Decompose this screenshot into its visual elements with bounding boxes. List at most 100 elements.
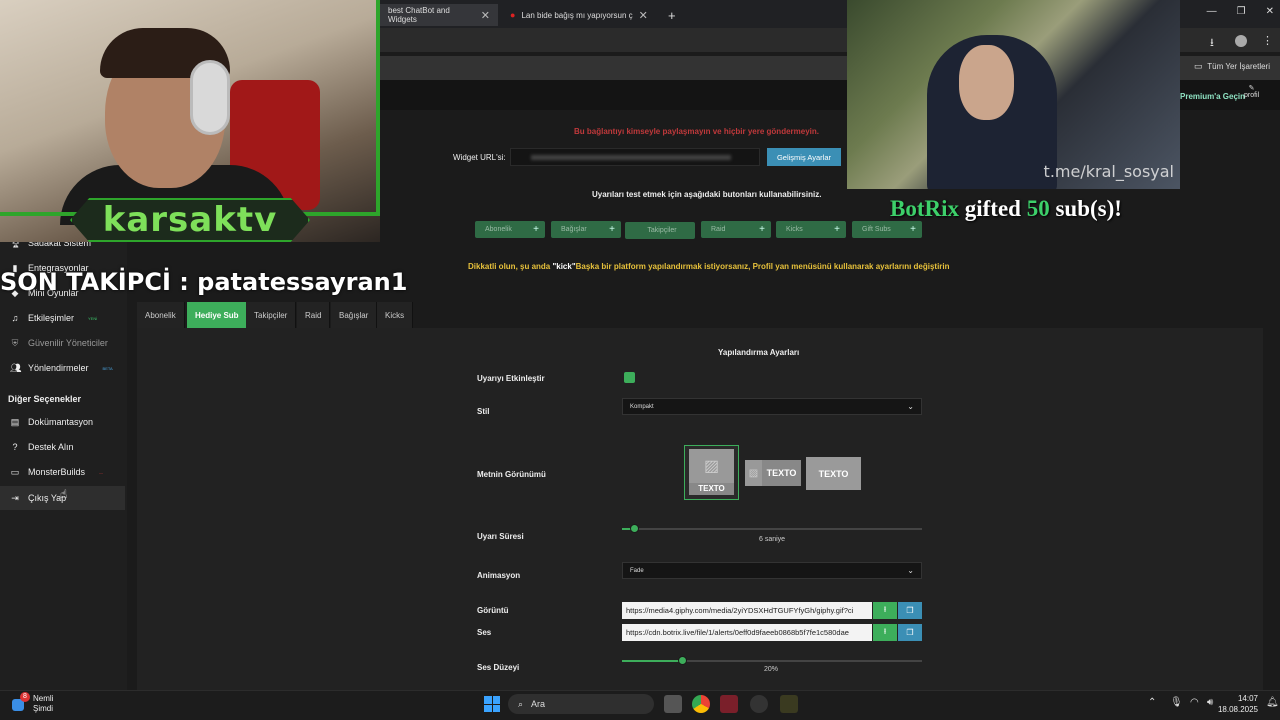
widget-url-label: Widget URL'si: xyxy=(453,153,506,162)
weather-sub: Şimdi xyxy=(33,704,54,713)
clock-time: 14:07 xyxy=(1237,694,1258,703)
option-text: TEXTO xyxy=(689,483,734,495)
chrome-icon[interactable] xyxy=(692,695,710,713)
mouse-cursor-icon: ☝︎ xyxy=(60,487,68,501)
new-tab-button[interactable]: + xyxy=(660,4,684,26)
bell-icon[interactable]: 🔔︎ xyxy=(1266,697,1279,708)
wifi-icon[interactable]: ◠ xyxy=(1190,697,1199,708)
logout-icon: ⇥ xyxy=(11,493,19,503)
minimize-icon[interactable]: — xyxy=(1207,6,1217,17)
app-icon[interactable] xyxy=(780,695,798,713)
platform-name: "kick" xyxy=(552,262,576,271)
test-gift-subs-button[interactable]: Gift Subs + xyxy=(852,221,922,238)
image-icon: ▨ xyxy=(689,449,734,483)
duration-slider-handle[interactable] xyxy=(630,524,639,533)
task-view-icon[interactable] xyxy=(664,695,682,713)
tab-subscription[interactable]: Abonelik xyxy=(137,302,185,328)
gallery-icon[interactable]: ❐ xyxy=(898,624,922,641)
maximize-icon[interactable]: ❐ xyxy=(1237,6,1246,17)
sidebar-badge: — xyxy=(99,469,104,475)
test-button-label: Bağışlar xyxy=(561,226,587,233)
sidebar-item-label: Etkileşimler xyxy=(28,313,75,323)
tab-kicks[interactable]: Kicks xyxy=(377,302,414,328)
option-text: TEXTO xyxy=(762,460,801,486)
enable-label: Uyarıyı Etkinleştir xyxy=(477,374,545,383)
test-kicks-button[interactable]: Kicks + xyxy=(776,221,846,238)
text-view-option-stacked[interactable]: ▨ TEXTO xyxy=(684,445,739,500)
close-icon[interactable]: ✕ xyxy=(481,9,490,22)
browser-tab[interactable]: ● Lan bide bağış mı yapıyorsun ç ✕ xyxy=(502,4,660,26)
tab-title: best ChatBot and Widgets xyxy=(388,6,450,24)
volume-slider-handle[interactable] xyxy=(678,656,687,665)
sidebar-item-label: Destek Alın xyxy=(28,442,74,452)
test-subscription-button[interactable]: Abonelik + xyxy=(475,221,545,238)
plus-icon: + xyxy=(910,224,916,235)
app-icon[interactable] xyxy=(750,695,768,713)
style-value: Kompakt xyxy=(630,403,654,410)
notification-badge: 8 xyxy=(20,692,30,702)
windows-start-icon[interactable] xyxy=(484,696,500,712)
profile-link[interactable]: ✎ profil xyxy=(1244,84,1259,99)
plus-icon: + xyxy=(834,224,840,235)
gift-alert: BotRix gifted 50 sub(s)! xyxy=(890,196,1122,222)
tab-donations[interactable]: Bağışlar xyxy=(331,302,378,328)
sidebar-item-trusted-admins[interactable]: ⛨ Güvenilir Yöneticiler xyxy=(0,331,125,355)
enable-checkbox[interactable] xyxy=(624,372,635,383)
chevron-up-icon[interactable]: ⌃ xyxy=(1148,697,1156,708)
plus-icon: + xyxy=(533,224,539,235)
test-raid-button[interactable]: Raid + xyxy=(701,221,771,238)
text-view-option-overlay[interactable]: TEXTO xyxy=(806,457,861,490)
platform-note: Dikkatli olun, şu anda "kick"Başka bir p… xyxy=(468,262,950,271)
tab-gift-sub[interactable]: Hediye Sub xyxy=(187,302,248,328)
app-icon[interactable] xyxy=(720,695,738,713)
avatar[interactable] xyxy=(1235,35,1247,47)
all-bookmarks-link[interactable]: Tüm Yer İşaretleri xyxy=(1207,62,1270,71)
tab-followers[interactable]: Takipçiler xyxy=(246,302,297,328)
menu-icon[interactable]: ⋮ xyxy=(1262,34,1273,47)
test-donations-button[interactable]: Bağışlar + xyxy=(551,221,621,238)
advanced-settings-button[interactable]: Gelişmiş Ayarlar xyxy=(767,148,841,166)
duration-value: 6 saniye xyxy=(759,536,786,543)
upload-icon[interactable]: ⭱ xyxy=(873,602,897,619)
sidebar-item-redirects[interactable]: 👥︎ Yönlendirmeler BETA xyxy=(0,356,125,380)
users-icon: 👥︎ xyxy=(10,363,22,373)
plus-icon: + xyxy=(759,224,765,235)
search-icon: ⌕ xyxy=(518,698,524,709)
window-controls: — ❐ ✕ xyxy=(1207,6,1274,17)
text-view-option-side[interactable]: ▨ TEXTO xyxy=(745,460,801,486)
close-icon[interactable]: ✕ xyxy=(639,9,648,22)
sidebar-item-docs[interactable]: ▤ Dokümantasyon xyxy=(0,410,125,434)
streamer-name: karsaktv xyxy=(102,200,278,240)
download-icon[interactable]: ⭳ xyxy=(1210,34,1214,53)
weather-text[interactable]: Nemli Şimdi xyxy=(33,694,53,714)
volume-slider-fill xyxy=(622,660,682,662)
beta-badge: BETA xyxy=(102,365,113,371)
microphone-icon[interactable]: 🎙︎ xyxy=(1170,697,1183,708)
widget-url-field[interactable] xyxy=(510,148,760,166)
sidebar-item-label: Güvenilir Yöneticiler xyxy=(28,338,108,348)
test-button-label: Gift Subs xyxy=(862,226,891,233)
blurred-url xyxy=(531,155,731,160)
volume-value: 20% xyxy=(764,666,779,673)
taskbar-search[interactable]: ⌕ Ara xyxy=(508,694,654,714)
animation-select[interactable]: Fade ⌄ xyxy=(622,562,922,579)
tab-raid[interactable]: Raid xyxy=(297,302,331,328)
sidebar-item-monsterbuilds[interactable]: ▭ MonsterBuilds — xyxy=(0,460,125,484)
volume-icon[interactable]: 🔊︎ xyxy=(1207,697,1213,708)
upload-icon[interactable]: ⭱ xyxy=(873,624,897,641)
premium-link[interactable]: Premium'a Geçin xyxy=(1180,92,1245,101)
sound-url-field[interactable]: https://cdn.botrix.live/file/1/alerts/0e… xyxy=(622,624,872,641)
sidebar-item-label: Yönlendirmeler xyxy=(28,363,89,373)
sidebar-item-interactions[interactable]: ♫ Etkileşimler YENİ xyxy=(0,306,125,330)
close-icon[interactable]: ✕ xyxy=(1266,6,1274,17)
test-followers-button[interactable]: Takipçiler xyxy=(625,222,695,239)
duration-slider-track[interactable] xyxy=(622,528,922,530)
sidebar-item-support[interactable]: ? Destek Alın xyxy=(0,435,125,459)
image-url-field[interactable]: https://media4.giphy.com/media/2yiYDSXHd… xyxy=(622,602,872,619)
browser-tab[interactable]: best ChatBot and Widgets ✕ xyxy=(380,4,498,26)
laptop-icon: ▭ xyxy=(10,467,20,477)
taskbar-clock[interactable]: 14:07 18.08.2025 xyxy=(1218,693,1258,715)
gallery-icon[interactable]: ❐ xyxy=(898,602,922,619)
style-select[interactable]: Kompakt ⌄ xyxy=(622,398,922,415)
weather-widget[interactable]: 8 xyxy=(12,692,30,711)
